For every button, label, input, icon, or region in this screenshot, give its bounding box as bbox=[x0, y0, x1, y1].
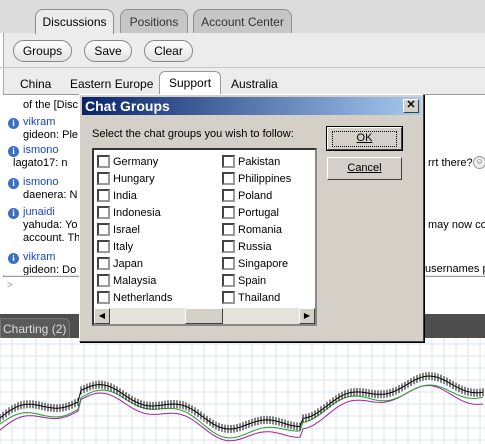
smiley-icon: ☺ bbox=[473, 156, 485, 169]
info-icon: i bbox=[8, 146, 19, 157]
group-label: Spain bbox=[238, 275, 267, 287]
group-label: Germany bbox=[113, 156, 159, 168]
checkbox[interactable] bbox=[97, 291, 110, 304]
tab-eastern-europe[interactable]: Eastern Europe bbox=[70, 74, 153, 94]
group-label: Netherlands bbox=[113, 292, 173, 304]
message-text: daenera: N bbox=[23, 189, 78, 201]
save-button[interactable]: Save bbox=[84, 40, 132, 62]
info-icon: i bbox=[8, 208, 19, 219]
info-icon: i bbox=[8, 253, 19, 264]
checkbox[interactable] bbox=[97, 257, 110, 270]
checkbox[interactable] bbox=[222, 172, 235, 185]
message-username[interactable]: junaidi bbox=[23, 206, 55, 219]
chat-groups-dialog: Chat Groups ✕ Select the chat groups you… bbox=[79, 94, 424, 342]
tab-account-center[interactable]: Account Center bbox=[193, 9, 292, 33]
message-text: gideon: Do bbox=[23, 264, 77, 275]
ok-button[interactable]: OK bbox=[326, 126, 403, 151]
checkbox[interactable] bbox=[97, 189, 110, 202]
group-label: Italy bbox=[113, 241, 134, 253]
close-icon[interactable]: ✕ bbox=[403, 99, 419, 113]
message-text: gideon: Ple bbox=[23, 129, 79, 141]
clear-button[interactable]: Clear bbox=[144, 40, 193, 62]
info-icon: i bbox=[8, 118, 19, 129]
checkbox[interactable] bbox=[222, 257, 235, 270]
dialog-titlebar[interactable]: Chat Groups ✕ bbox=[82, 97, 421, 115]
message-username[interactable]: ismono bbox=[23, 144, 58, 157]
checkbox[interactable] bbox=[222, 223, 235, 236]
message-text: account. Th bbox=[23, 232, 81, 244]
dialog-prompt: Select the chat groups you wish to follo… bbox=[92, 128, 294, 140]
tab-china[interactable]: China bbox=[20, 74, 51, 94]
group-label: Romania bbox=[238, 224, 283, 236]
focus-rect bbox=[332, 131, 397, 147]
message-text: lagato17: n bbox=[13, 157, 68, 169]
scroll-left-icon[interactable]: ◀ bbox=[94, 308, 110, 324]
price-chart[interactable] bbox=[0, 338, 485, 444]
tab-discussions[interactable]: Discussions bbox=[35, 9, 114, 34]
checkbox[interactable] bbox=[222, 206, 235, 219]
message-text: yahuda: Yo bbox=[23, 219, 78, 231]
tab-charting[interactable]: Charting (2) bbox=[0, 318, 70, 338]
checkbox[interactable] bbox=[97, 206, 110, 219]
group-label: Thailand bbox=[238, 292, 281, 304]
group-label: Russia bbox=[238, 241, 272, 253]
checkbox[interactable] bbox=[97, 155, 110, 168]
checkbox[interactable] bbox=[222, 240, 235, 253]
message-username[interactable]: ismono bbox=[23, 176, 58, 189]
group-label: India bbox=[113, 190, 137, 202]
message-text-fragment: usernames pl bbox=[425, 263, 485, 275]
group-label: Philippines bbox=[238, 173, 292, 185]
tab-positions[interactable]: Positions bbox=[120, 9, 188, 33]
checkbox[interactable] bbox=[97, 274, 110, 287]
scrollbar-thumb[interactable] bbox=[185, 308, 223, 324]
chat-groups-list[interactable]: Germany Hungary India Indonesia Israel Italy J… bbox=[92, 148, 317, 326]
message-text-fragment: rrt there? bbox=[428, 157, 473, 169]
checkbox[interactable] bbox=[222, 189, 235, 202]
checkbox[interactable] bbox=[97, 223, 110, 236]
groups-button[interactable]: Groups bbox=[13, 40, 72, 62]
group-label: Poland bbox=[238, 190, 273, 202]
checkbox[interactable] bbox=[222, 274, 235, 287]
checkbox[interactable] bbox=[222, 291, 235, 304]
horizontal-scrollbar[interactable]: ◀ ▶ bbox=[94, 308, 315, 324]
checkbox[interactable] bbox=[222, 155, 235, 168]
group-label: Israel bbox=[113, 224, 140, 236]
checkbox[interactable] bbox=[97, 240, 110, 253]
tab-support[interactable]: Support bbox=[159, 71, 222, 95]
input-prompt: > bbox=[7, 280, 13, 291]
group-label: Pakistan bbox=[238, 156, 281, 168]
group-label: Portugal bbox=[238, 207, 279, 219]
group-label: Singapore bbox=[238, 258, 289, 270]
checkbox[interactable] bbox=[97, 172, 110, 185]
scroll-right-icon[interactable]: ▶ bbox=[299, 308, 315, 324]
group-label: Malaysia bbox=[113, 275, 157, 287]
message-text: of the [Disc bbox=[23, 99, 79, 111]
toolbar-divider bbox=[0, 67, 485, 68]
group-label: Indonesia bbox=[113, 207, 161, 219]
message-username[interactable]: vikram bbox=[23, 251, 55, 264]
dialog-title: Chat Groups bbox=[85, 98, 170, 114]
info-icon: i bbox=[8, 178, 19, 189]
cancel-label: Cancel bbox=[347, 162, 382, 174]
message-text-fragment: may now co bbox=[428, 219, 485, 231]
tab-australia[interactable]: Australia bbox=[231, 74, 278, 94]
group-label: Hungary bbox=[113, 173, 155, 185]
cancel-button[interactable]: Cancel bbox=[327, 157, 402, 180]
group-label: Japan bbox=[113, 258, 143, 270]
message-username[interactable]: vikram bbox=[23, 116, 55, 129]
